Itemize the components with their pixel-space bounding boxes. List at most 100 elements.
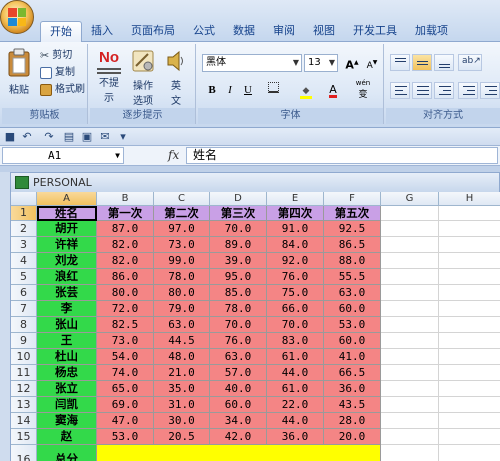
name-cell[interactable]: 赵 — [37, 429, 97, 445]
score-cell[interactable]: 74.0 — [97, 365, 154, 381]
score-cell[interactable]: 69.0 — [97, 397, 154, 413]
empty-cell[interactable] — [381, 429, 439, 445]
empty-cell[interactable] — [439, 221, 500, 237]
name-cell[interactable]: 杨忠 — [37, 365, 97, 381]
score-cell[interactable]: 80.0 — [154, 285, 210, 301]
score-cell[interactable]: 78.0 — [210, 301, 267, 317]
name-cell[interactable]: 张山 — [37, 317, 97, 333]
tab-1[interactable]: 插入 — [82, 21, 122, 42]
column-header-a[interactable]: A — [37, 192, 97, 206]
column-header-b[interactable]: B — [97, 192, 154, 206]
row-header-14[interactable]: 14 — [11, 413, 37, 429]
score-cell[interactable]: 70.0 — [210, 221, 267, 237]
align-top-button[interactable] — [390, 54, 410, 71]
score-cell[interactable]: 44.0 — [267, 365, 324, 381]
empty-cell[interactable] — [381, 445, 439, 461]
undo-icon[interactable]: ↶ — [20, 130, 34, 144]
bold-button[interactable]: B — [204, 82, 220, 98]
score-cell[interactable]: 72.0 — [97, 301, 154, 317]
score-cell[interactable]: 43.5 — [324, 397, 381, 413]
header-cell[interactable]: 第五次 — [324, 206, 381, 221]
score-cell[interactable]: 97.0 — [154, 221, 210, 237]
score-cell[interactable]: 73.0 — [154, 237, 210, 253]
score-cell[interactable]: 47.0 — [97, 413, 154, 429]
score-cell[interactable]: 63.0 — [324, 285, 381, 301]
tab-4[interactable]: 数据 — [224, 21, 264, 42]
score-cell[interactable]: 20.5 — [154, 429, 210, 445]
email-icon[interactable]: ✉ — [98, 130, 112, 144]
save-icon[interactable]: ■ — [3, 130, 17, 144]
empty-cell[interactable] — [439, 301, 500, 317]
name-cell[interactable]: 王 — [37, 333, 97, 349]
score-cell[interactable]: 44.0 — [267, 413, 324, 429]
score-cell[interactable]: 44.5 — [154, 333, 210, 349]
header-cell[interactable]: 第一次 — [97, 206, 154, 221]
empty-cell[interactable] — [381, 317, 439, 333]
align-right-button[interactable] — [434, 82, 454, 99]
score-cell[interactable]: 79.0 — [154, 301, 210, 317]
header-cell[interactable]: 姓名 — [37, 206, 97, 221]
score-cell[interactable]: 83.0 — [267, 333, 324, 349]
tab-3[interactable]: 公式 — [184, 21, 224, 42]
font-color-button[interactable]: A — [322, 82, 344, 98]
name-cell[interactable]: 张立 — [37, 381, 97, 397]
align-middle-button[interactable] — [412, 54, 432, 71]
row-header-7[interactable]: 7 — [11, 301, 37, 317]
column-header-c[interactable]: C — [154, 192, 210, 206]
formula-input[interactable]: 姓名 — [186, 147, 498, 164]
tab-6[interactable]: 视图 — [304, 21, 344, 42]
column-header-f[interactable]: F — [324, 192, 381, 206]
empty-cell[interactable] — [381, 301, 439, 317]
score-cell[interactable]: 86.0 — [97, 269, 154, 285]
score-cell[interactable]: 28.0 — [324, 413, 381, 429]
score-cell[interactable]: 82.0 — [97, 253, 154, 269]
score-cell[interactable]: 78.0 — [154, 269, 210, 285]
score-cell[interactable]: 92.0 — [267, 253, 324, 269]
score-cell[interactable]: 73.0 — [97, 333, 154, 349]
empty-cell[interactable] — [439, 381, 500, 397]
score-cell[interactable]: 35.0 — [154, 381, 210, 397]
align-center-button[interactable] — [412, 82, 432, 99]
score-cell[interactable]: 53.0 — [324, 317, 381, 333]
tab-8[interactable]: 加载项 — [406, 21, 457, 42]
score-cell[interactable]: 76.0 — [210, 333, 267, 349]
office-button[interactable] — [0, 0, 34, 34]
score-cell[interactable]: 34.0 — [210, 413, 267, 429]
score-cell[interactable]: 89.0 — [210, 237, 267, 253]
options-button[interactable]: 操作 选项 — [128, 48, 158, 107]
empty-cell[interactable] — [439, 253, 500, 269]
format-painter-button[interactable]: 格式刷 — [40, 82, 85, 98]
empty-cell[interactable] — [439, 365, 500, 381]
decrease-indent-button[interactable] — [458, 82, 478, 99]
name-cell[interactable]: 浪红 — [37, 269, 97, 285]
empty-cell[interactable] — [439, 269, 500, 285]
row-header-13[interactable]: 13 — [11, 397, 37, 413]
score-cell[interactable]: 70.0 — [210, 317, 267, 333]
score-cell[interactable]: 75.0 — [267, 285, 324, 301]
tab-5[interactable]: 审阅 — [264, 21, 304, 42]
empty-cell[interactable] — [439, 445, 500, 461]
score-cell[interactable]: 66.5 — [324, 365, 381, 381]
row-header-5[interactable]: 5 — [11, 269, 37, 285]
empty-cell[interactable] — [439, 317, 500, 333]
score-cell[interactable]: 82.0 — [97, 237, 154, 253]
fx-icon[interactable]: fx — [168, 148, 179, 162]
score-cell[interactable]: 92.5 — [324, 221, 381, 237]
page-setup-icon[interactable]: ▤ — [62, 130, 76, 144]
row-header-4[interactable]: 4 — [11, 253, 37, 269]
score-cell[interactable]: 87.0 — [97, 221, 154, 237]
row-header-16[interactable]: 16 — [11, 445, 37, 461]
empty-cell[interactable] — [439, 206, 500, 221]
shrink-font-button[interactable]: A▼ — [364, 55, 380, 71]
name-cell[interactable]: 闫凯 — [37, 397, 97, 413]
english-button[interactable]: 英 文 — [162, 48, 190, 107]
score-cell[interactable]: 54.0 — [97, 349, 154, 365]
empty-cell[interactable] — [381, 206, 439, 221]
score-cell[interactable]: 61.0 — [267, 381, 324, 397]
score-cell[interactable]: 84.0 — [267, 237, 324, 253]
name-cell[interactable]: 刘龙 — [37, 253, 97, 269]
empty-cell[interactable] — [439, 333, 500, 349]
header-cell[interactable]: 第二次 — [154, 206, 210, 221]
row-header-2[interactable]: 2 — [11, 221, 37, 237]
score-cell[interactable]: 70.0 — [267, 317, 324, 333]
